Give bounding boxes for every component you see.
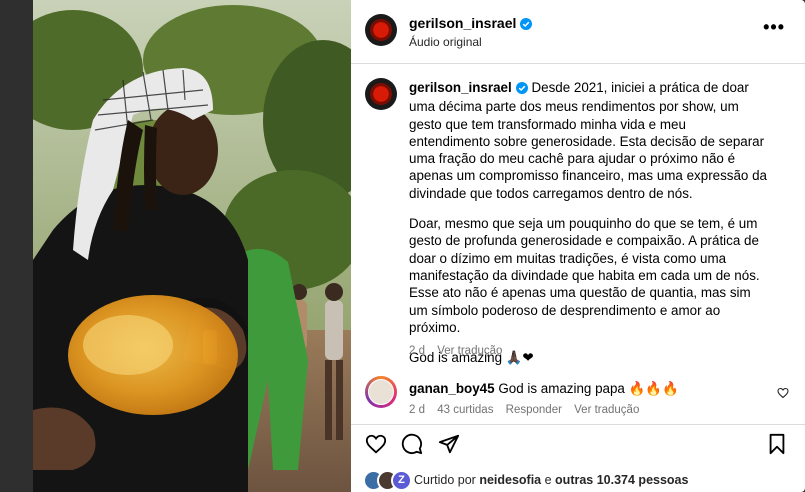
likes-summary: Curtido por neidesofia e outras 10.374 p… (414, 473, 688, 487)
post-details-panel: gerilson_insrael Áudio original ••• geri… (351, 0, 805, 492)
share-icon[interactable] (438, 433, 460, 460)
comment-likes-count[interactable]: 43 curtidas (437, 404, 493, 416)
commenter-avatar[interactable] (365, 376, 397, 408)
comment-body: God is amazing papa 🔥🔥🔥 (498, 381, 679, 396)
caption-time[interactable]: 2 d (409, 345, 425, 357)
likes-prefix: Curtido por (414, 473, 480, 487)
post-video-frame (33, 0, 351, 492)
comment-like-heart-icon[interactable] (777, 386, 789, 404)
caption-username[interactable]: gerilson_insrael (409, 80, 512, 95)
audio-label[interactable]: Áudio original (409, 35, 482, 49)
more-icon[interactable]: ••• (763, 18, 785, 36)
comment-text: ganan_boy45 God is amazing papa 🔥🔥🔥 (409, 381, 679, 397)
post-media[interactable] (33, 0, 351, 492)
heart-icon[interactable] (365, 433, 387, 460)
bookmark-icon[interactable] (766, 433, 788, 460)
caption-paragraph-2: Doar, mesmo que seja um pouquinho do que… (409, 216, 760, 335)
verified-badge-icon (515, 81, 528, 98)
comment-icon[interactable] (401, 433, 423, 460)
comment-reply-link[interactable]: Responder (506, 404, 562, 416)
comment-meta: 2 d 43 curtidas Responder Ver tradução (409, 404, 648, 416)
verified-badge-icon (520, 17, 533, 33)
action-bar (351, 433, 805, 459)
liker-avatar: Z (391, 470, 412, 491)
caption-text: gerilson_insrael Desde 2021, iniciei a p… (409, 79, 769, 379)
author-username[interactable]: gerilson_insrael (409, 15, 516, 31)
caption-paragraph-1: Desde 2021, iniciei a prática de doar um… (409, 80, 767, 201)
caption-translate-link[interactable]: Ver tradução (437, 345, 502, 357)
comment-time[interactable]: 2 d (409, 404, 425, 416)
comment-translate-link[interactable]: Ver tradução (574, 404, 639, 416)
author-username-row: gerilson_insrael (409, 15, 533, 33)
header-divider (351, 63, 805, 64)
likes-others-link[interactable]: outras 10.374 pessoas (555, 473, 688, 487)
caption-meta: 2 d Ver tradução (409, 345, 511, 357)
liker-username[interactable]: neidesofia (479, 473, 541, 487)
likes-middle: e (541, 473, 556, 487)
actions-divider (351, 424, 805, 425)
author-avatar[interactable] (365, 14, 397, 46)
commenter-username[interactable]: ganan_boy45 (409, 381, 495, 396)
caption-author-avatar[interactable] (365, 78, 397, 110)
